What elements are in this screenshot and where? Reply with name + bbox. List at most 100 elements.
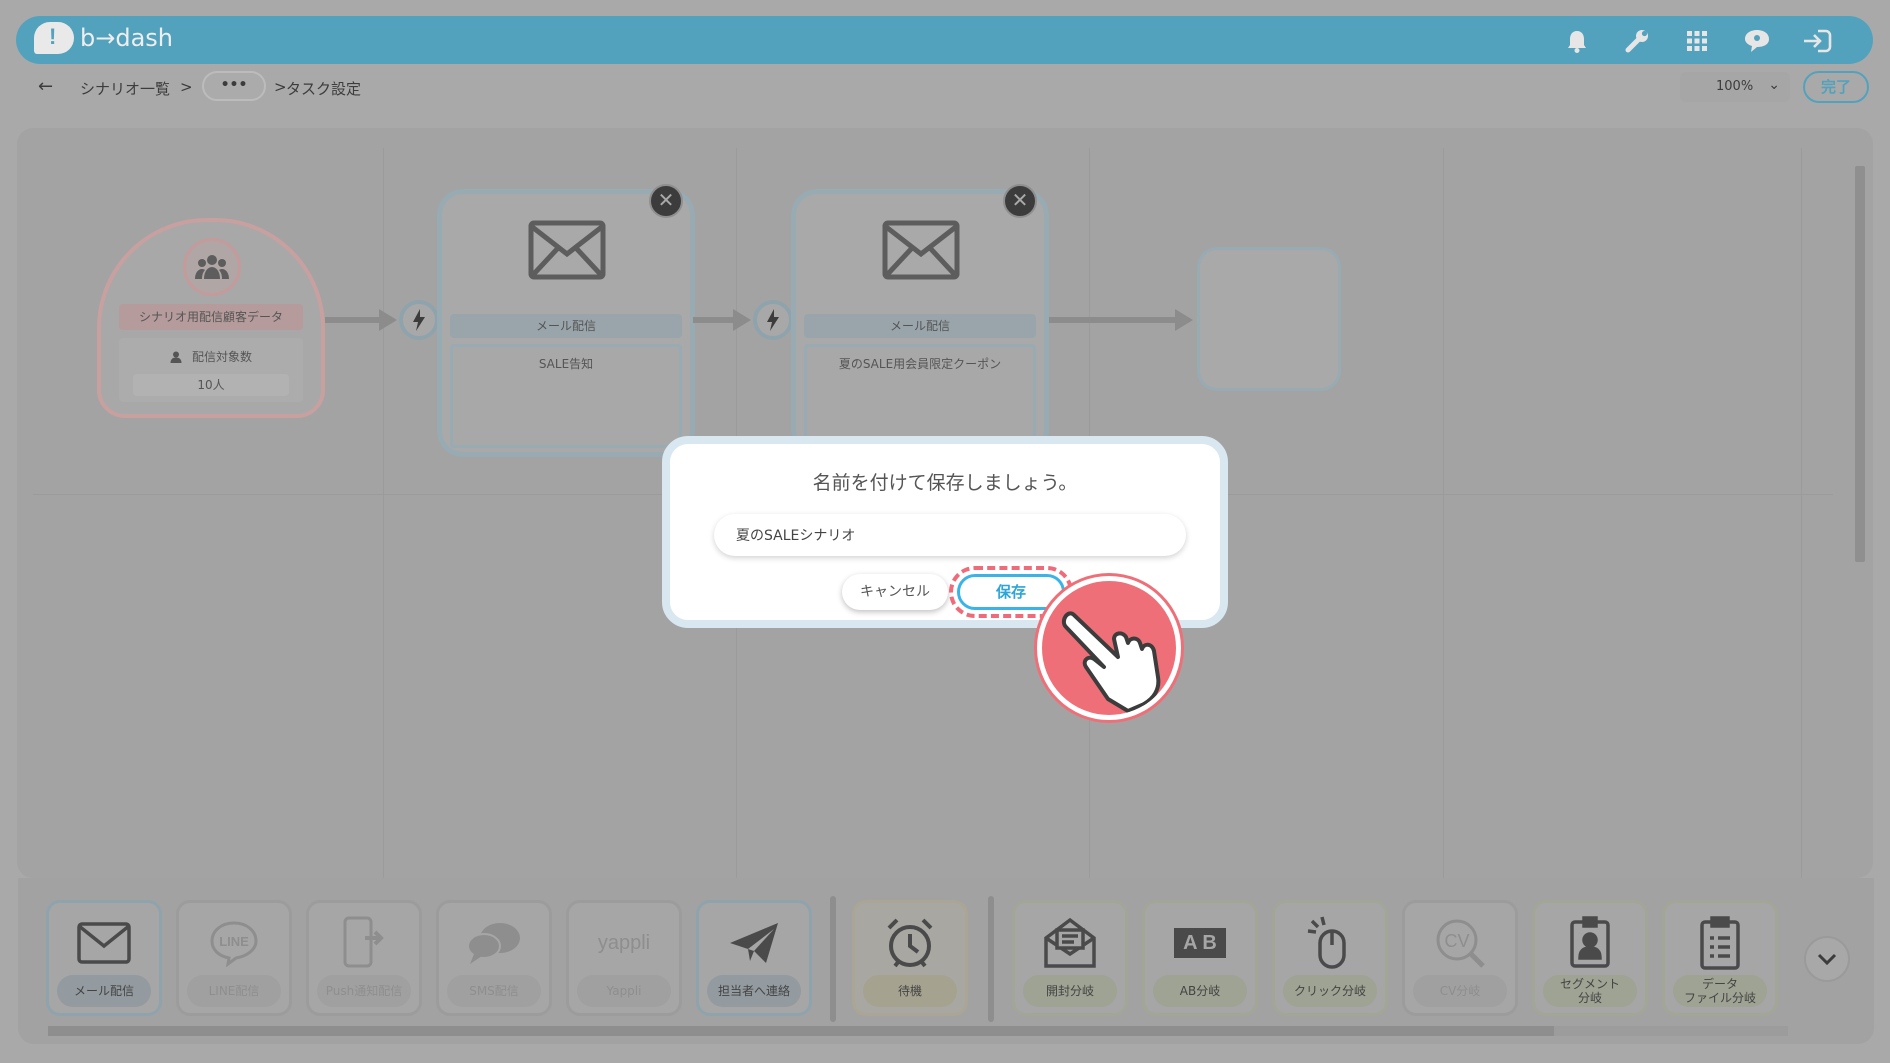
svg-text:LINE: LINE (219, 934, 249, 949)
envelope-icon (528, 220, 606, 284)
breadcrumb: ← シナリオ一覧 > ••• > タスク設定 100% ⌄ 完了 (10, 66, 1877, 110)
tool-label: セグメント 分岐 (1543, 975, 1637, 1007)
zoom-select[interactable]: 100% ⌄ (1680, 72, 1790, 102)
tool-label-line: データ (1701, 977, 1738, 991)
vertical-scrollbar-thumb[interactable] (1855, 166, 1865, 562)
tool-click-branch[interactable]: クリック分岐 (1272, 900, 1388, 1016)
bell-icon[interactable] (1561, 26, 1593, 56)
clipboard-list-icon (1665, 911, 1775, 975)
horizontal-scrollbar-thumb[interactable] (48, 1026, 1554, 1036)
user-chat-icon[interactable] (1741, 26, 1773, 56)
logout-icon[interactable] (1801, 26, 1833, 56)
start-node-target: 配信対象数 10人 (119, 338, 303, 402)
tool-label: AB分岐 (1153, 975, 1247, 1007)
chevron-down-icon (1817, 953, 1837, 965)
segment-badge-icon (1535, 911, 1645, 975)
tool-mail[interactable]: メール配信 (46, 900, 162, 1016)
svg-text:CV: CV (1444, 931, 1469, 951)
tool-label: 担当者へ連絡 (707, 975, 801, 1007)
tool-line[interactable]: LINE LINE配信 (176, 900, 292, 1016)
save-button[interactable]: 保存 (957, 574, 1065, 610)
mail-node-type: メール配信 (450, 314, 682, 338)
tool-open-branch[interactable]: 開封分岐 (1012, 900, 1128, 1016)
tool-label: クリック分岐 (1283, 975, 1377, 1007)
tool-label: SMS配信 (447, 975, 541, 1007)
line-icon: LINE (179, 911, 289, 975)
arrow-head-icon (1175, 309, 1193, 331)
mouse-click-icon (1275, 911, 1385, 975)
dialog-title: 名前を付けて保存しましょう。 (812, 472, 1078, 494)
tool-datafile-branch[interactable]: データ ファイル分岐 (1662, 900, 1778, 1016)
breadcrumb-current: タスク設定 (286, 80, 362, 98)
person-icon (170, 351, 182, 363)
mail-node[interactable]: メール配信 SALE告知 (437, 189, 695, 457)
envelope-icon (49, 911, 159, 975)
tool-label: データ ファイル分岐 (1673, 975, 1767, 1007)
tool-label: LINE配信 (187, 975, 281, 1007)
palette-divider (830, 896, 836, 1022)
push-phone-icon (309, 911, 419, 975)
cancel-button[interactable]: キャンセル (842, 574, 948, 610)
alarm-clock-icon (855, 911, 965, 975)
tool-ab-branch[interactable]: A B AB分岐 (1142, 900, 1258, 1016)
logo-bubble-icon: ! (34, 22, 74, 54)
logo-mark: ! (49, 24, 57, 49)
tool-label: CV分岐 (1413, 975, 1507, 1007)
start-node[interactable]: シナリオ用配信顧客データ 配信対象数 10人 (97, 218, 325, 418)
tool-label: Push通知配信 (317, 975, 411, 1007)
apps-grid-icon[interactable] (1681, 26, 1713, 56)
done-button[interactable]: 完了 (1803, 71, 1869, 103)
mail-node-type: メール配信 (804, 314, 1036, 338)
empty-drop-slot[interactable] (1197, 247, 1341, 391)
tool-cv-branch[interactable]: CV CV分岐 (1402, 900, 1518, 1016)
open-mail-icon (1015, 911, 1125, 975)
cv-icon: CV (1405, 911, 1515, 975)
arrow-head-icon (379, 309, 397, 331)
arrow-head-icon (733, 309, 751, 331)
trigger-bolt-icon[interactable] (399, 300, 439, 340)
mail-node-title: SALE告知 (538, 357, 594, 371)
ab-test-icon: A B (1145, 911, 1255, 975)
tool-wait[interactable]: 待機 (852, 900, 968, 1016)
close-icon[interactable]: ✕ (649, 184, 683, 218)
grid-line (1443, 148, 1444, 878)
tool-label-line: 分岐 (1577, 991, 1602, 1005)
breadcrumb-ellipsis-button[interactable]: ••• (202, 71, 266, 101)
palette-expand-button[interactable] (1804, 936, 1850, 982)
breadcrumb-separator: > (274, 78, 287, 96)
tool-label-line: セグメント (1559, 977, 1620, 991)
paper-plane-icon (699, 911, 809, 975)
grid-line (383, 148, 384, 878)
breadcrumb-scenario-list[interactable]: シナリオ一覧 (80, 78, 170, 99)
mail-node[interactable]: メール配信 夏のSALE用会員限定クーポン (791, 189, 1049, 457)
palette-divider (988, 896, 994, 1022)
wrench-icon[interactable] (1621, 26, 1653, 56)
mail-node-title: 夏のSALE用会員限定クーポン (838, 357, 1002, 371)
tool-label: 待機 (863, 975, 957, 1007)
close-icon[interactable]: ✕ (1003, 184, 1037, 218)
tool-yappli[interactable]: yappli Yappli (566, 900, 682, 1016)
tool-label: 開封分岐 (1023, 975, 1117, 1007)
mail-node-body: SALE告知 (450, 344, 682, 448)
pointing-hand-icon (1037, 576, 1181, 720)
group-users-icon (183, 238, 241, 296)
mail-node-body: 夏のSALE用会員限定クーポン (804, 344, 1036, 448)
logo[interactable]: ! b→dash (34, 22, 173, 54)
chevron-down-icon: ⌄ (1768, 77, 1780, 93)
tool-sms[interactable]: SMS配信 (436, 900, 552, 1016)
logo-text: b→dash (80, 24, 173, 52)
back-arrow-icon[interactable]: ← (38, 76, 53, 97)
tool-push[interactable]: Push通知配信 (306, 900, 422, 1016)
yappli-icon: yappli (597, 931, 651, 954)
trigger-bolt-icon[interactable] (753, 300, 793, 340)
tool-segment-branch[interactable]: セグメント 分岐 (1532, 900, 1648, 1016)
flow-connector (1049, 317, 1181, 323)
breadcrumb-separator: > (180, 78, 193, 96)
target-count-text: 配信対象数 (191, 350, 252, 364)
tool-contact-staff[interactable]: 担当者へ連絡 (696, 900, 812, 1016)
tool-palette: メール配信 LINE LINE配信 Push通知配信 SMS配信 yappli … (18, 878, 1874, 1044)
grid-line (1801, 148, 1802, 878)
zoom-value: 100% (1716, 79, 1754, 94)
scenario-name-input[interactable] (714, 514, 1186, 556)
tool-label-line: ファイル分岐 (1683, 991, 1756, 1005)
